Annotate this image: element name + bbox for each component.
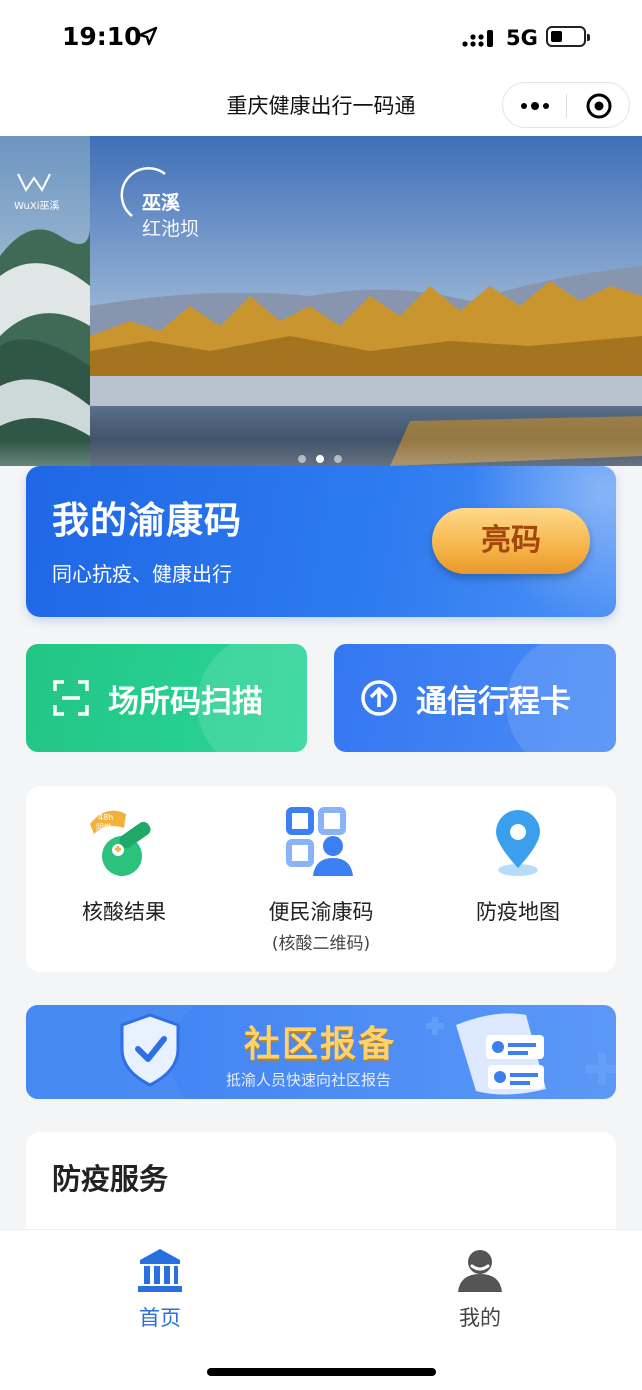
more-icon[interactable]: [517, 95, 553, 117]
tab-home[interactable]: 首页: [100, 1246, 220, 1336]
community-report-banner[interactable]: 社区报备 抵渝人员快速向社区报告: [26, 1005, 616, 1099]
battery-icon: [546, 26, 590, 47]
epidemic-map-label: 防疫地图: [476, 900, 560, 924]
tab-home-label: 首页: [139, 1306, 181, 1330]
health-code-subtitle: 同心抗疫、健康出行: [52, 562, 232, 586]
services-grid: 48h 阴性 核酸结果 便民渝康码 (核酸二维码) 防疫地图: [26, 786, 616, 972]
banner-carousel[interactable]: WuXi巫溪 巫溪 红池坝: [0, 136, 642, 466]
bank-building-icon: [138, 1249, 182, 1292]
location-place: 红池坝: [142, 218, 200, 240]
badge-negative: 阴性: [96, 822, 112, 832]
show-code-button[interactable]: 亮码: [432, 508, 590, 574]
close-miniprogram-icon[interactable]: [585, 92, 613, 120]
capsule-menu: [502, 82, 630, 128]
community-report-title: 社区报备: [244, 1024, 397, 1065]
location-arrow-icon: [138, 26, 158, 46]
user-avatar-icon: [458, 1250, 502, 1292]
convenience-code-label: 便民渝康码: [268, 900, 374, 924]
network-type: 5G: [506, 26, 538, 50]
venue-code-scan-button[interactable]: 场所码扫描: [26, 644, 307, 752]
community-report-subtitle: 抵渝人员快速向社区报告: [226, 1071, 392, 1089]
nav-bar: 重庆健康出行一码通: [0, 76, 642, 136]
brand-text: WuXi巫溪: [14, 201, 60, 212]
nucleic-result-item[interactable]: 48h 阴性 核酸结果: [26, 786, 222, 972]
cellular-signal-icon: [462, 30, 493, 47]
health-code-title: 我的渝康码: [52, 499, 242, 542]
epidemic-map-item[interactable]: 防疫地图: [420, 786, 616, 972]
home-indicator: [207, 1368, 436, 1376]
status-bar: 19:10 5G: [0, 0, 642, 76]
trip-card-button[interactable]: 通信行程卡: [334, 644, 616, 752]
map-pin-icon: [496, 810, 540, 876]
arrow-up-circle-icon: [361, 680, 397, 716]
tab-bar: 首页 我的: [0, 1229, 642, 1390]
epidemic-services-title: 防疫服务: [52, 1162, 169, 1196]
location-county: 巫溪: [142, 192, 181, 214]
badge-48h: 48h: [98, 813, 113, 822]
convenience-code-item[interactable]: 便民渝康码 (核酸二维码): [223, 786, 419, 972]
qr-person-icon: [286, 807, 353, 876]
trip-card-label: 通信行程卡: [416, 684, 571, 720]
status-time: 19:10: [62, 22, 142, 51]
venue-code-scan-label: 场所码扫描: [108, 684, 263, 720]
convenience-code-sublabel: (核酸二维码): [271, 934, 371, 954]
scan-icon: [53, 680, 89, 716]
tab-me-label: 我的: [459, 1306, 501, 1330]
health-code-card[interactable]: 我的渝康码 同心抗疫、健康出行 亮码: [26, 466, 616, 617]
nucleic-result-label: 核酸结果: [82, 900, 166, 924]
tab-me[interactable]: 我的: [420, 1246, 540, 1336]
brand-logo: WuXi巫溪: [14, 172, 60, 212]
test-tube-icon: 48h 阴性: [90, 810, 151, 876]
